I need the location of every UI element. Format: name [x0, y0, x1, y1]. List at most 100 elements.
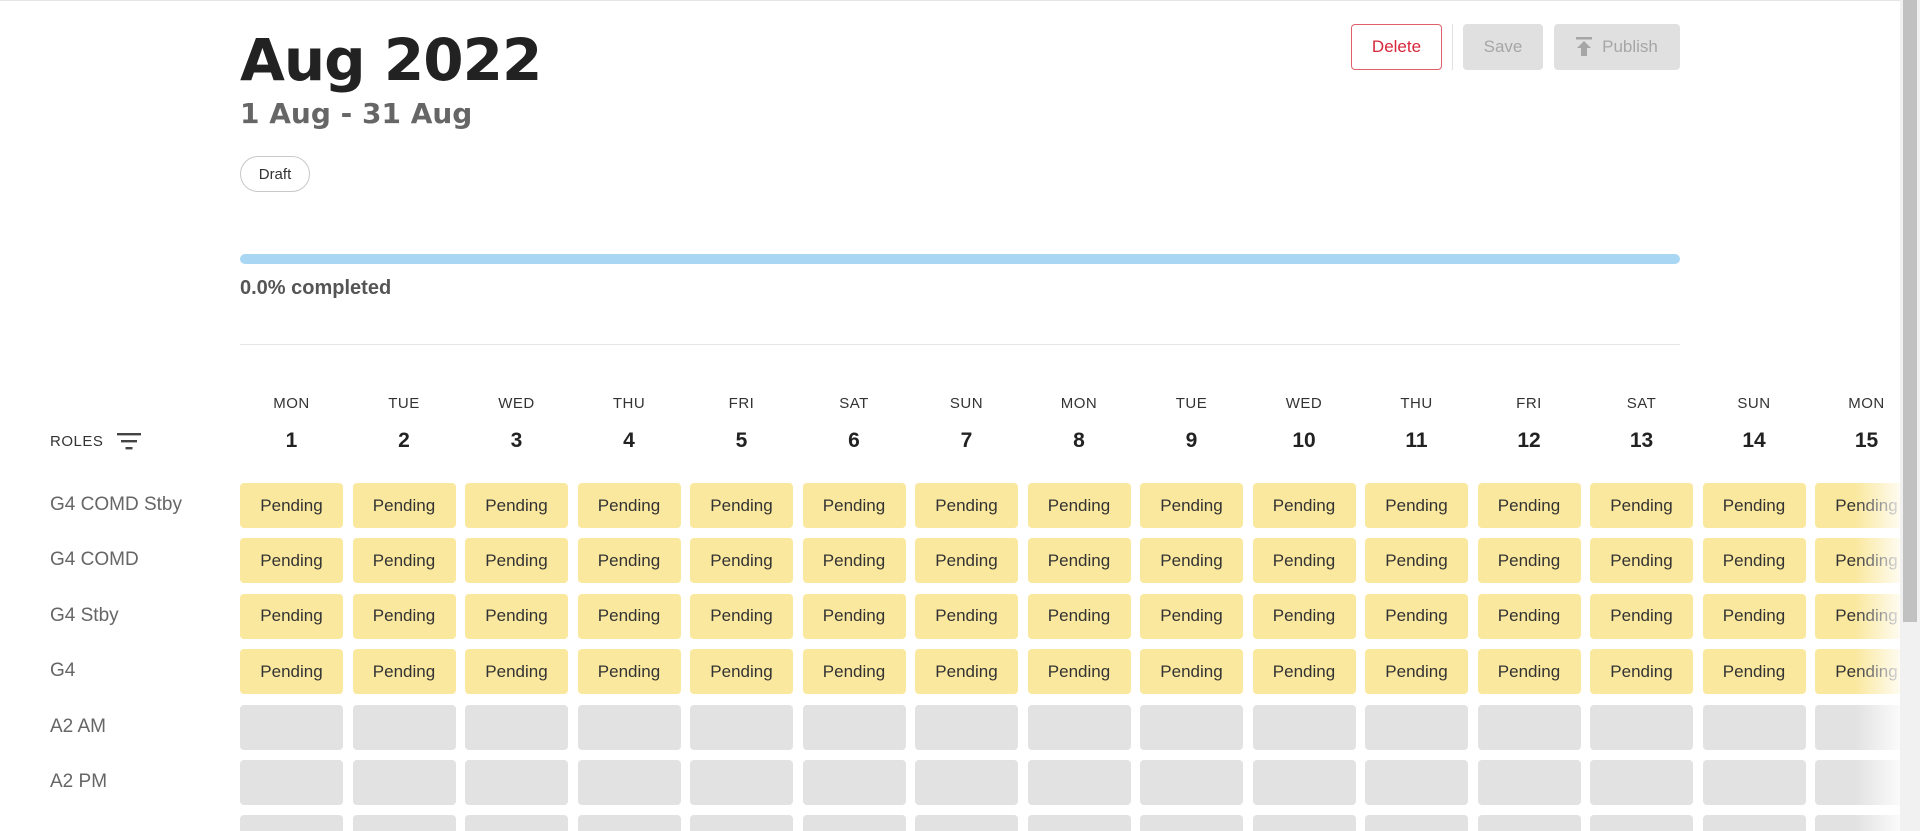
pending-shift-cell[interactable]: Pending	[1477, 593, 1581, 639]
pending-shift-cell[interactable]: Pending	[915, 538, 1018, 584]
pending-shift-cell[interactable]: Pending	[915, 593, 1018, 639]
empty-shift-cell[interactable]	[240, 704, 343, 750]
pending-shift-cell[interactable]: Pending	[1365, 538, 1468, 584]
empty-shift-cell[interactable]	[1590, 760, 1693, 805]
pending-shift-cell[interactable]: Pending	[1702, 593, 1806, 639]
save-button[interactable]: Save	[1463, 24, 1543, 70]
pending-shift-cell[interactable]: Pending	[1702, 538, 1806, 584]
pending-shift-cell[interactable]: Pending	[240, 649, 343, 695]
empty-shift-cell[interactable]	[802, 760, 906, 805]
empty-shift-cell[interactable]	[240, 760, 343, 805]
pending-shift-cell[interactable]: Pending	[915, 483, 1018, 528]
pending-shift-cell[interactable]: Pending	[1252, 538, 1356, 584]
pending-shift-cell[interactable]: Pending	[802, 649, 906, 695]
empty-shift-cell[interactable]	[915, 704, 1018, 750]
pending-shift-cell[interactable]: Pending	[352, 649, 456, 695]
pending-shift-cell[interactable]: Pending	[577, 483, 681, 528]
pending-shift-cell[interactable]: Pending	[1477, 538, 1581, 584]
pending-shift-cell[interactable]: Pending	[465, 538, 568, 584]
delete-button[interactable]: Delete	[1351, 24, 1442, 70]
empty-shift-cell[interactable]	[1590, 815, 1693, 831]
empty-shift-cell[interactable]	[1252, 815, 1356, 831]
pending-shift-cell[interactable]: Pending	[465, 649, 568, 695]
empty-shift-cell[interactable]	[690, 704, 793, 750]
pending-shift-cell[interactable]: Pending	[1027, 538, 1131, 584]
pending-shift-cell[interactable]: Pending	[1365, 593, 1468, 639]
pending-shift-cell[interactable]: Pending	[240, 538, 343, 584]
pending-shift-cell[interactable]: Pending	[352, 593, 456, 639]
empty-shift-cell[interactable]	[1365, 760, 1468, 805]
pending-shift-cell[interactable]: Pending	[1365, 649, 1468, 695]
empty-shift-cell[interactable]	[1477, 760, 1581, 805]
pending-shift-cell[interactable]: Pending	[1702, 483, 1806, 528]
empty-shift-cell[interactable]	[1477, 704, 1581, 750]
empty-shift-cell[interactable]	[1140, 760, 1243, 805]
pending-shift-cell[interactable]: Pending	[577, 649, 681, 695]
pending-shift-cell[interactable]: Pending	[690, 483, 793, 528]
pending-shift-cell[interactable]: Pending	[1027, 593, 1131, 639]
pending-shift-cell[interactable]: Pending	[1140, 593, 1243, 639]
empty-shift-cell[interactable]	[690, 760, 793, 805]
pending-shift-cell[interactable]: Pending	[577, 593, 681, 639]
empty-shift-cell[interactable]	[352, 815, 456, 831]
empty-shift-cell[interactable]	[1702, 815, 1806, 831]
empty-shift-cell[interactable]	[465, 815, 568, 831]
pending-shift-cell[interactable]: Pending	[1590, 538, 1693, 584]
pending-shift-cell[interactable]: Pending	[1027, 483, 1131, 528]
empty-shift-cell[interactable]	[1365, 815, 1468, 831]
pending-shift-cell[interactable]: Pending	[1590, 649, 1693, 695]
empty-shift-cell[interactable]	[1140, 815, 1243, 831]
pending-shift-cell[interactable]: Pending	[1252, 483, 1356, 528]
pending-shift-cell[interactable]: Pending	[1140, 649, 1243, 695]
empty-shift-cell[interactable]	[577, 760, 681, 805]
filter-icon[interactable]	[117, 432, 142, 450]
pending-shift-cell[interactable]: Pending	[352, 538, 456, 584]
pending-shift-cell[interactable]: Pending	[802, 538, 906, 584]
pending-shift-cell[interactable]: Pending	[577, 538, 681, 584]
empty-shift-cell[interactable]	[1702, 760, 1806, 805]
empty-shift-cell[interactable]	[240, 815, 343, 831]
pending-shift-cell[interactable]: Pending	[1252, 649, 1356, 695]
pending-shift-cell[interactable]: Pending	[1140, 538, 1243, 584]
pending-shift-cell[interactable]: Pending	[915, 649, 1018, 695]
pending-shift-cell[interactable]: Pending	[465, 593, 568, 639]
pending-shift-cell[interactable]: Pending	[1252, 593, 1356, 639]
pending-shift-cell[interactable]: Pending	[1590, 483, 1693, 528]
empty-shift-cell[interactable]	[1252, 704, 1356, 750]
empty-shift-cell[interactable]	[690, 815, 793, 831]
pending-shift-cell[interactable]: Pending	[1140, 483, 1243, 528]
pending-shift-cell[interactable]: Pending	[1365, 483, 1468, 528]
scrollbar-thumb[interactable]	[1903, 0, 1917, 622]
empty-shift-cell[interactable]	[352, 704, 456, 750]
pending-shift-cell[interactable]: Pending	[690, 649, 793, 695]
pending-shift-cell[interactable]: Pending	[1477, 649, 1581, 695]
empty-shift-cell[interactable]	[1027, 704, 1131, 750]
empty-shift-cell[interactable]	[915, 815, 1018, 831]
empty-shift-cell[interactable]	[352, 760, 456, 805]
pending-shift-cell[interactable]: Pending	[802, 483, 906, 528]
pending-shift-cell[interactable]: Pending	[802, 593, 906, 639]
pending-shift-cell[interactable]: Pending	[1027, 649, 1131, 695]
empty-shift-cell[interactable]	[1365, 704, 1468, 750]
empty-shift-cell[interactable]	[1702, 704, 1806, 750]
pending-shift-cell[interactable]: Pending	[465, 483, 568, 528]
empty-shift-cell[interactable]	[915, 760, 1018, 805]
empty-shift-cell[interactable]	[802, 704, 906, 750]
empty-shift-cell[interactable]	[1252, 760, 1356, 805]
pending-shift-cell[interactable]: Pending	[1477, 483, 1581, 528]
empty-shift-cell[interactable]	[1027, 815, 1131, 831]
pending-shift-cell[interactable]: Pending	[240, 593, 343, 639]
empty-shift-cell[interactable]	[1027, 760, 1131, 805]
empty-shift-cell[interactable]	[465, 704, 568, 750]
pending-shift-cell[interactable]: Pending	[1702, 649, 1806, 695]
publish-button[interactable]: Publish	[1554, 24, 1680, 70]
empty-shift-cell[interactable]	[577, 815, 681, 831]
empty-shift-cell[interactable]	[1590, 704, 1693, 750]
empty-shift-cell[interactable]	[802, 815, 906, 831]
empty-shift-cell[interactable]	[1477, 815, 1581, 831]
pending-shift-cell[interactable]: Pending	[240, 483, 343, 528]
empty-shift-cell[interactable]	[1140, 704, 1243, 750]
empty-shift-cell[interactable]	[577, 704, 681, 750]
pending-shift-cell[interactable]: Pending	[690, 538, 793, 584]
pending-shift-cell[interactable]: Pending	[352, 483, 456, 528]
